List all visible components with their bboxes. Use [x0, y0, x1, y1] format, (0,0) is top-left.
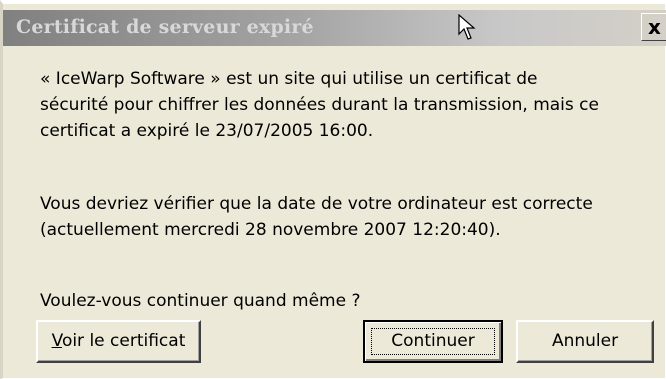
- message-paragraph-1: « IceWarp Software » est un site qui uti…: [40, 66, 599, 144]
- mnemonic-letter: V: [51, 331, 62, 351]
- title-bar[interactable]: Certificat de serveur expiré x: [3, 10, 666, 46]
- mouse-pointer-icon: [458, 14, 476, 40]
- view-certificate-label: oir le certificat: [61, 331, 186, 351]
- continue-question: Voulez-vous continuer quand même ?: [40, 291, 361, 311]
- cancel-label: Annuler: [551, 331, 619, 351]
- message-line: Vous devriez vérifier que la date de vot…: [40, 194, 593, 214]
- message-line: « IceWarp Software » est un site qui uti…: [40, 69, 538, 89]
- message-line: (actuellement mercredi 28 novembre 2007 …: [40, 220, 501, 240]
- message-line: sécurité pour chiffrer les données duran…: [40, 95, 599, 115]
- message-paragraph-2: Vous devriez vérifier que la date de vot…: [40, 191, 593, 243]
- certificate-expired-dialog: Certificat de serveur expiré x « IceWarp…: [0, 0, 666, 379]
- continue-button[interactable]: Continuer: [363, 320, 503, 363]
- focus-rectangle: [371, 328, 495, 355]
- view-certificate-button[interactable]: Voir le certificat: [36, 320, 201, 363]
- close-button[interactable]: x: [641, 13, 666, 41]
- cancel-button[interactable]: Annuler: [516, 320, 654, 363]
- message-line: certificat a expiré le 23/07/2005 16:00.: [40, 121, 374, 141]
- close-icon: x: [648, 15, 661, 39]
- dialog-title: Certificat de serveur expiré: [16, 16, 314, 38]
